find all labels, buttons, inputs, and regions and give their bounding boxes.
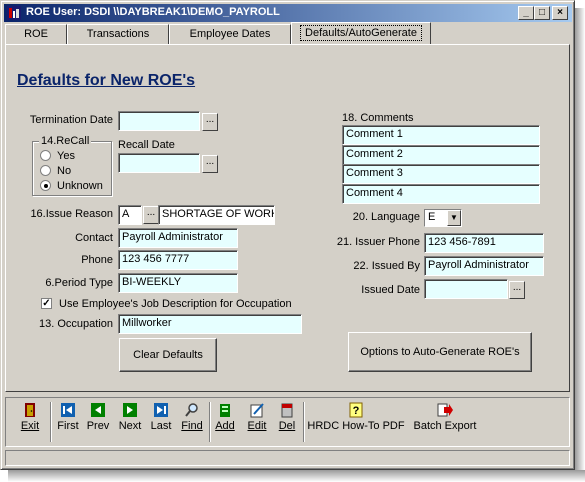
termination-date-picker-button[interactable]: ... [202, 113, 218, 131]
edit-button[interactable]: Edit [244, 402, 270, 432]
issue-reason-label: 16.Issue Reason [30, 208, 113, 220]
exit-door-icon [25, 403, 35, 417]
issued-by-label: 22. Issued By [353, 260, 420, 272]
comment-3-field[interactable]: Comment 3 [342, 164, 540, 184]
contact-field[interactable]: Payroll Administrator [118, 228, 238, 248]
issued-date-field[interactable] [424, 279, 508, 299]
tab-defaults-autogenerate[interactable]: Defaults/AutoGenerate [291, 22, 431, 44]
use-job-description-checkbox[interactable]: ✓ [41, 298, 52, 309]
tab-transactions[interactable]: Transactions [67, 24, 169, 44]
use-job-description-label: Use Employee's Job Description for Occup… [59, 298, 292, 310]
comment-1-field[interactable]: Comment 1 [342, 125, 540, 145]
language-select[interactable]: E ▼ [424, 209, 462, 227]
page-title: Defaults for New ROE's [17, 72, 196, 89]
phone-field[interactable]: 123 456 7777 [118, 250, 238, 270]
period-type-field[interactable]: BI-WEEKLY [118, 273, 238, 293]
edit-pencil-icon [250, 403, 264, 418]
issue-reason-code-field[interactable]: A [118, 205, 142, 225]
issued-by-field[interactable]: Payroll Administrator [424, 256, 544, 276]
previous-icon [91, 403, 105, 417]
auto-generate-options-button[interactable]: Options to Auto-Generate ROE's [348, 332, 532, 372]
first-record-button[interactable]: First [55, 402, 81, 432]
language-label: 20. Language [352, 211, 420, 223]
issue-reason-text: SHORTAGE OF WORK [158, 205, 275, 225]
next-record-button[interactable]: Next [117, 402, 143, 432]
radio-icon [40, 165, 51, 176]
issued-date-picker-button[interactable]: ... [509, 281, 525, 299]
radio-icon [40, 150, 51, 161]
delete-record-icon [281, 403, 293, 418]
issue-reason-lookup-button[interactable]: ... [143, 206, 159, 224]
status-bar [5, 450, 570, 466]
next-icon [123, 403, 137, 417]
recall-date-label: Recall Date [118, 139, 175, 151]
occupation-field[interactable]: Millworker [118, 314, 302, 334]
batch-export-button[interactable]: Batch Export [411, 402, 479, 432]
issuer-phone-label: 21. Issuer Phone [336, 236, 420, 248]
find-button[interactable]: Find [179, 402, 205, 432]
last-icon [154, 403, 168, 417]
tab-employee-dates[interactable]: Employee Dates [169, 24, 291, 44]
contact-label: Contact [75, 232, 113, 244]
help-question-icon: ? [349, 402, 363, 418]
app-icon [7, 6, 21, 20]
tab-roe[interactable]: ROE [5, 24, 67, 44]
add-record-icon [220, 404, 230, 417]
exit-button[interactable]: Exit [18, 402, 42, 432]
minimize-button[interactable]: _ [518, 6, 534, 20]
previous-record-button[interactable]: Prev [85, 402, 111, 432]
tab-row: ROE Transactions Employee Dates Defaults… [5, 22, 571, 44]
close-button[interactable]: × [552, 6, 568, 20]
hrdc-how-to-pdf-button[interactable]: ? HRDC How-To PDF [307, 402, 405, 432]
occupation-label: 13. Occupation [39, 318, 113, 330]
comment-2-field[interactable]: Comment 2 [342, 145, 540, 165]
recall-group: 14.ReCall Yes No Unknown [32, 135, 112, 196]
add-button[interactable]: Add [212, 402, 238, 432]
phone-label: Phone [81, 254, 113, 266]
delete-button[interactable]: Del [274, 402, 300, 432]
termination-date-label: Termination Date [29, 114, 113, 126]
recall-date-field[interactable] [118, 153, 200, 173]
clear-defaults-button[interactable]: Clear Defaults [119, 338, 217, 372]
maximize-button[interactable]: □ [534, 6, 550, 20]
recall-no-radio[interactable]: No [40, 165, 71, 177]
issued-date-label: Issued Date [361, 284, 420, 296]
first-icon [61, 403, 75, 417]
issuer-phone-field[interactable]: 123 456-7891 [424, 233, 544, 253]
recall-yes-radio[interactable]: Yes [40, 150, 75, 162]
comments-label: 18. Comments [342, 112, 414, 124]
magnifier-icon [185, 403, 198, 417]
window-title: ROE User: DSDI \\DAYBREAK1\DEMO_PAYROLL [26, 6, 280, 18]
radio-selected-icon [40, 180, 51, 191]
last-record-button[interactable]: Last [148, 402, 174, 432]
comment-4-field[interactable]: Comment 4 [342, 184, 540, 204]
period-type-label: 6.Period Type [45, 277, 113, 289]
svg-text:?: ? [353, 405, 360, 417]
recall-unknown-radio[interactable]: Unknown [40, 180, 103, 192]
recall-group-label: 14.ReCall [39, 135, 92, 147]
recall-date-picker-button[interactable]: ... [202, 155, 218, 173]
title-bar[interactable]: ROE User: DSDI \\DAYBREAK1\DEMO_PAYROLL … [4, 4, 572, 22]
chevron-down-icon[interactable]: ▼ [447, 210, 461, 226]
termination-date-field[interactable] [118, 111, 200, 131]
export-arrow-icon [437, 403, 453, 417]
